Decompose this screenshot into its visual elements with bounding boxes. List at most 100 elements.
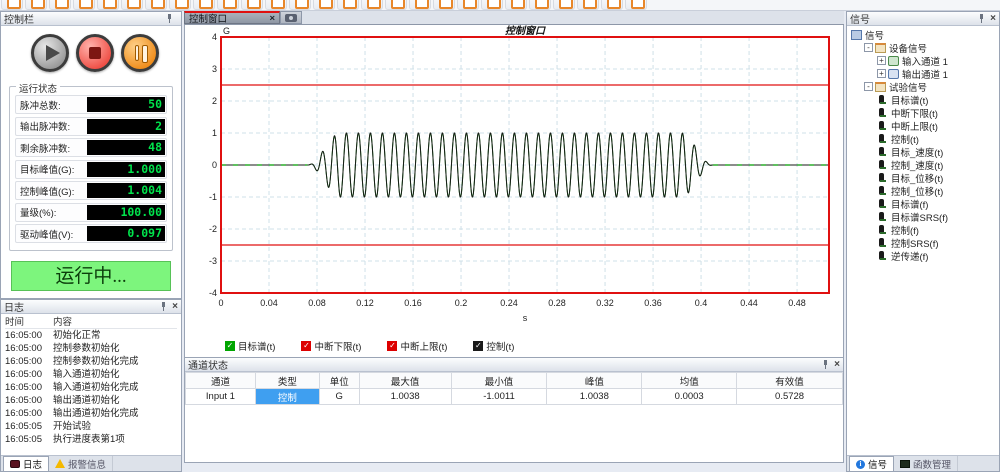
tab-label: 函数管理	[913, 457, 951, 471]
close-icon[interactable]	[625, 0, 647, 10]
spectrum-icon[interactable]	[337, 0, 359, 10]
clock-icon[interactable]	[217, 0, 239, 10]
legend-item-控制(t)[interactable]: ✓控制(t)	[473, 339, 514, 353]
tab-信号[interactable]: i信号	[849, 456, 894, 471]
schedule-icon[interactable]	[193, 0, 215, 10]
close-icon[interactable]: ×	[990, 14, 996, 23]
tab-报警信息[interactable]: 报警信息	[49, 456, 113, 471]
tree-item-输出通道 1[interactable]: +输出通道 1	[849, 67, 999, 80]
expand-icon[interactable]: +	[877, 69, 886, 78]
cursor-l1-icon[interactable]	[241, 0, 263, 10]
stop-icon	[89, 47, 101, 59]
zoom-in-icon[interactable]	[553, 0, 575, 10]
legend-checkbox[interactable]: ✓	[387, 341, 397, 351]
tree-item-目标谱SRS(f)[interactable]: 目标谱SRS(f)	[849, 210, 999, 223]
screenshot-tab[interactable]	[280, 11, 302, 24]
tree-item-label: 设备信号	[889, 41, 927, 55]
svg-text:1: 1	[212, 128, 217, 138]
signal-wave-icon[interactable]	[313, 0, 335, 10]
collapse-icon[interactable]: -	[864, 43, 873, 52]
tree-item-控制(f)[interactable]: 控制(f)	[849, 223, 999, 236]
tree-item-label: 目标_位移(t)	[891, 171, 943, 185]
channel-cell[interactable]: Input 1	[186, 389, 256, 405]
zoom-out-icon[interactable]	[577, 0, 599, 10]
channel-col-类型: 类型	[255, 373, 319, 389]
save-all-icon[interactable]	[73, 0, 95, 10]
legend-item-中断上限(t)[interactable]: ✓中断上限(t)	[387, 339, 447, 353]
tree-item-控制_速度(t)[interactable]: 控制_速度(t)	[849, 158, 999, 171]
layout-grid-icon[interactable]	[409, 0, 431, 10]
layout-two-icon[interactable]	[385, 0, 407, 10]
tree-item-目标谱(f)[interactable]: 目标谱(f)	[849, 197, 999, 210]
pin-icon[interactable]	[821, 360, 830, 369]
svg-text:-4: -4	[209, 288, 217, 298]
tree-item-目标_位移(t)[interactable]: 目标_位移(t)	[849, 171, 999, 184]
tab-label: 报警信息	[68, 457, 106, 471]
field-label: 量级(%):	[17, 205, 87, 219]
pin-icon[interactable]	[165, 14, 174, 23]
tree-item-逆传递(f)[interactable]: 逆传递(f)	[849, 249, 999, 262]
tree-item-目标_速度(t)[interactable]: 目标_速度(t)	[849, 145, 999, 158]
layout-six-icon[interactable]	[457, 0, 479, 10]
cursor-l2-icon[interactable]	[265, 0, 287, 10]
tab-control-window[interactable]: 控制窗口 ×	[184, 11, 280, 24]
close-icon[interactable]: ×	[834, 360, 840, 369]
pin-icon[interactable]	[977, 14, 986, 23]
settings-icon[interactable]	[169, 0, 191, 10]
legend-item-目标谱(t)[interactable]: ✓目标谱(t)	[225, 339, 275, 353]
new-file-icon[interactable]	[1, 0, 23, 10]
tab-close-icon[interactable]: ×	[269, 13, 275, 24]
collapse-icon[interactable]: -	[864, 82, 873, 91]
tree-item-目标谱(t)[interactable]: 目标谱(t)	[849, 93, 999, 106]
svg-text:0.28: 0.28	[548, 298, 566, 308]
tree-item-控制SRS(f)[interactable]: 控制SRS(f)	[849, 236, 999, 249]
waveform-icon	[877, 199, 888, 209]
pan-icon[interactable]	[529, 0, 551, 10]
tree-item-中断下限(t)[interactable]: 中断下限(t)	[849, 106, 999, 119]
print-icon[interactable]	[145, 0, 167, 10]
channel-cell[interactable]: 0.0003	[642, 389, 737, 405]
fx-icon	[900, 460, 910, 468]
tree-item-信号[interactable]: 信号	[849, 28, 999, 41]
expand-icon[interactable]: +	[877, 56, 886, 65]
export-icon[interactable]	[121, 0, 143, 10]
open-file-icon[interactable]	[25, 0, 47, 10]
channel-cell[interactable]: G	[319, 389, 359, 405]
layout-quad-icon[interactable]	[433, 0, 455, 10]
chart-plot[interactable]: -4-3-2-10123400.040.080.120.160.20.240.2…	[185, 25, 843, 333]
layout-single-icon[interactable]	[361, 0, 383, 10]
legend-label: 控制(t)	[486, 339, 514, 353]
import-icon[interactable]	[97, 0, 119, 10]
play-button[interactable]	[31, 34, 69, 72]
tree-item-控制_位移(t)[interactable]: 控制_位移(t)	[849, 184, 999, 197]
channel-cell[interactable]: 1.0038	[547, 389, 642, 405]
channel-cell[interactable]: 控制	[255, 389, 319, 405]
status-field: 量级(%):100.00	[15, 203, 167, 222]
log-row-time: 16:05:00	[5, 329, 53, 342]
cursor-l3-icon[interactable]	[289, 0, 311, 10]
save-icon[interactable]	[49, 0, 71, 10]
undo-icon[interactable]	[601, 0, 623, 10]
svg-text:G: G	[223, 26, 230, 36]
tab-日志[interactable]: 日志	[3, 456, 49, 471]
report-icon[interactable]	[481, 0, 503, 10]
pause-button[interactable]	[121, 34, 159, 72]
tree-item-试验信号[interactable]: -试验信号	[849, 80, 999, 93]
pin-icon[interactable]	[159, 302, 168, 311]
close-icon[interactable]: ×	[172, 302, 178, 311]
log-row-text: 输出通道初始化完成	[53, 407, 177, 420]
channel-cell[interactable]: 1.0038	[359, 389, 451, 405]
legend-item-中断下限(t)[interactable]: ✓中断下限(t)	[301, 339, 361, 353]
tree-item-控制(t)[interactable]: 控制(t)	[849, 132, 999, 145]
legend-checkbox[interactable]: ✓	[225, 341, 235, 351]
copy-icon[interactable]	[505, 0, 527, 10]
legend-checkbox[interactable]: ✓	[301, 341, 311, 351]
channel-cell[interactable]: -1.0011	[451, 389, 547, 405]
tree-item-设备信号[interactable]: - 设备信号	[849, 41, 999, 54]
legend-checkbox[interactable]: ✓	[473, 341, 483, 351]
tree-item-中断上限(t)[interactable]: 中断上限(t)	[849, 119, 999, 132]
channel-cell[interactable]: 0.5728	[737, 389, 843, 405]
tab-函数管理[interactable]: 函数管理	[894, 456, 958, 471]
stop-button[interactable]	[76, 34, 114, 72]
tree-item-输入通道 1[interactable]: +输入通道 1	[849, 54, 999, 67]
